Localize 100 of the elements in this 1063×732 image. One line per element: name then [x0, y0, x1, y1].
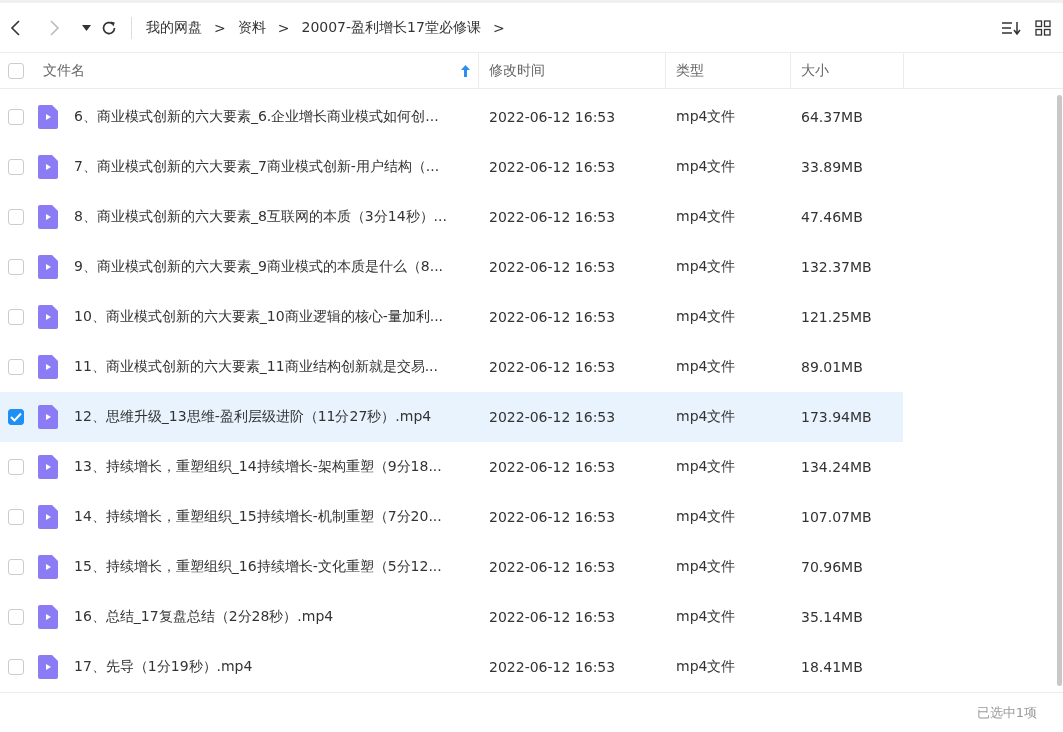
- file-size: 47.46MB: [801, 209, 863, 226]
- video-file-icon: [38, 405, 58, 430]
- file-name: 12、思维升级_13思维-盈利层级进阶（11分27秒）.mp4: [74, 408, 432, 427]
- video-file-icon: [38, 255, 58, 280]
- row-checkbox[interactable]: [8, 309, 24, 326]
- file-row[interactable]: 13、持续增长，重塑组织_14持续增长-架构重塑（9分18... 2022-06-12 16:53 mp4文件 134.24MB: [0, 442, 903, 493]
- video-file-icon: [38, 155, 58, 180]
- file-row[interactable]: 11、商业模式创新的六大要素_11商业结构创新就是交易... 2022-06-12 16:53 mp4文件 89.01MB: [0, 342, 903, 393]
- file-size: 89.01MB: [801, 359, 863, 376]
- back-icon[interactable]: [10, 19, 22, 36]
- file-name: 11、商业模式创新的六大要素_11商业结构创新就是交易...: [74, 358, 438, 377]
- file-row[interactable]: 14、持续增长，重塑组织_15持续增长-机制重塑（7分20... 2022-06-12 16:53 mp4文件 107.07MB: [0, 492, 903, 543]
- file-size: 64.37MB: [801, 109, 863, 126]
- video-file-icon: [38, 605, 58, 630]
- file-name: 6、商业模式创新的六大要素_6.企业增长商业模式如何创...: [74, 108, 439, 127]
- file-type: mp4文件: [676, 508, 736, 525]
- file-row[interactable]: 6、商业模式创新的六大要素_6.企业增长商业模式如何创... 2022-06-12 16:53 mp4文件 64.37MB: [0, 92, 903, 143]
- breadcrumb-link[interactable]: 我的网盘: [146, 18, 202, 37]
- file-name: 16、总结_17复盘总结（2分28秒）.mp4: [74, 608, 334, 627]
- row-checkbox[interactable]: [8, 509, 24, 526]
- row-checkbox[interactable]: [8, 109, 24, 126]
- file-type: mp4文件: [676, 658, 736, 675]
- row-checkbox[interactable]: [8, 159, 24, 176]
- file-type: mp4文件: [676, 458, 736, 475]
- file-name: 13、持续增长，重塑组织_14持续增长-架构重塑（9分18...: [74, 458, 442, 477]
- modified-time: 2022-06-12 16:53: [489, 109, 616, 126]
- column-header[interactable]: 修改时间: [479, 53, 666, 89]
- file-row[interactable]: 15、持续增长，重塑组织_16持续增长-文化重塑（5分12... 2022-06-12 16:53 mp4文件 70.96MB: [0, 542, 903, 593]
- video-file-icon: [38, 105, 58, 130]
- modified-time: 2022-06-12 16:53: [489, 559, 616, 576]
- row-checkbox[interactable]: [8, 609, 24, 626]
- select-all-checkbox[interactable]: [8, 62, 24, 79]
- column-header[interactable]: 大小: [791, 53, 904, 89]
- file-size: 70.96MB: [801, 559, 863, 576]
- file-name: 14、持续增长，重塑组织_15持续增长-机制重塑（7分20...: [74, 508, 442, 527]
- refresh-icon[interactable]: [101, 19, 117, 36]
- file-type: mp4文件: [676, 208, 736, 225]
- modified-time: 2022-06-12 16:53: [489, 459, 616, 476]
- video-file-icon: [38, 455, 58, 480]
- modified-time: 2022-06-12 16:53: [489, 509, 616, 526]
- video-file-icon: [38, 305, 58, 330]
- modified-time: 2022-06-12 16:53: [489, 309, 616, 326]
- modified-time: 2022-06-12 16:53: [489, 409, 616, 426]
- file-type: mp4文件: [676, 558, 736, 575]
- file-row[interactable]: 9、商业模式创新的六大要素_9商业模式的本质是什么（8... 2022-06-12 16:53 mp4文件 132.37MB: [0, 242, 903, 293]
- sort-order-icon[interactable]: [1001, 19, 1021, 36]
- row-checkbox[interactable]: [8, 409, 24, 426]
- column-header[interactable]: 文件名: [32, 53, 479, 89]
- file-size: 33.89MB: [801, 159, 863, 176]
- selection-count: 已选中1项: [976, 703, 1037, 722]
- row-checkbox[interactable]: [8, 559, 24, 576]
- file-type: mp4文件: [676, 358, 736, 375]
- file-size: 173.94MB: [801, 409, 872, 426]
- file-type: mp4文件: [676, 408, 736, 425]
- file-row[interactable]: 10、商业模式创新的六大要素_10商业逻辑的核心-量加利... 2022-06-12 16:53 mp4文件 121.25MB: [0, 292, 903, 343]
- file-type: mp4文件: [676, 158, 736, 175]
- breadcrumb-separator: >: [492, 19, 505, 36]
- file-row[interactable]: 7、商业模式创新的六大要素_7商业模式创新-用户结构（... 2022-06-12 16:53 mp4文件 33.89MB: [0, 142, 903, 193]
- row-checkbox[interactable]: [8, 209, 24, 226]
- row-checkbox[interactable]: [8, 259, 24, 276]
- file-name: 7、商业模式创新的六大要素_7商业模式创新-用户结构（...: [74, 158, 440, 177]
- file-name: 8、商业模式创新的六大要素_8互联网的本质（3分14秒）...: [74, 208, 447, 227]
- file-row[interactable]: 8、商业模式创新的六大要素_8互联网的本质（3分14秒）... 2022-06-12 16:53 mp4文件 47.46MB: [0, 192, 903, 243]
- modified-time: 2022-06-12 16:53: [489, 259, 616, 276]
- file-size: 121.25MB: [801, 309, 872, 326]
- breadcrumb-link[interactable]: 20007-盈利增长17堂必修课: [301, 18, 481, 37]
- grid-view-icon[interactable]: [1035, 19, 1051, 36]
- video-file-icon: [38, 205, 58, 230]
- file-type: mp4文件: [676, 258, 736, 275]
- file-row[interactable]: 12、思维升级_13思维-盈利层级进阶（11分27秒）.mp4 2022-06-12 16:53 mp4文件 173.94MB: [0, 392, 903, 443]
- modified-time: 2022-06-12 16:53: [489, 609, 616, 626]
- file-type: mp4文件: [676, 608, 736, 625]
- file-size: 35.14MB: [801, 609, 863, 626]
- row-checkbox[interactable]: [8, 359, 24, 376]
- modified-time: 2022-06-12 16:53: [489, 159, 616, 176]
- row-checkbox[interactable]: [8, 659, 24, 676]
- file-row[interactable]: 16、总结_17复盘总结（2分28秒）.mp4 2022-06-12 16:53 mp4文件 35.14MB: [0, 592, 903, 643]
- modified-time: 2022-06-12 16:53: [489, 659, 616, 676]
- breadcrumb-separator: >: [277, 19, 290, 36]
- file-name: 15、持续增长，重塑组织_16持续增长-文化重塑（5分12...: [74, 558, 442, 577]
- video-file-icon: [38, 505, 58, 530]
- breadcrumb-link[interactable]: 资料: [237, 18, 266, 37]
- row-checkbox[interactable]: [8, 459, 24, 476]
- video-file-icon: [38, 655, 58, 680]
- file-name: 9、商业模式创新的六大要素_9商业模式的本质是什么（8...: [74, 258, 444, 277]
- file-type: mp4文件: [676, 308, 736, 325]
- file-row[interactable]: 17、先导（1分19秒）.mp4 2022-06-12 16:53 mp4文件 18.41MB: [0, 642, 903, 693]
- file-size: 134.24MB: [801, 459, 872, 476]
- file-size: 107.07MB: [801, 509, 872, 526]
- video-file-icon: [38, 355, 58, 380]
- dropdown-caret-icon[interactable]: [82, 24, 91, 31]
- modified-time: 2022-06-12 16:53: [489, 359, 616, 376]
- modified-time: 2022-06-12 16:53: [489, 209, 616, 226]
- sort-ascending-icon[interactable]: [461, 64, 470, 77]
- file-size: 132.37MB: [801, 259, 872, 276]
- file-name: 17、先导（1分19秒）.mp4: [74, 658, 253, 677]
- forward-icon[interactable]: [48, 19, 60, 36]
- column-header[interactable]: 类型: [666, 53, 791, 89]
- file-size: 18.41MB: [801, 659, 863, 676]
- file-name: 10、商业模式创新的六大要素_10商业逻辑的核心-量加利...: [74, 308, 444, 327]
